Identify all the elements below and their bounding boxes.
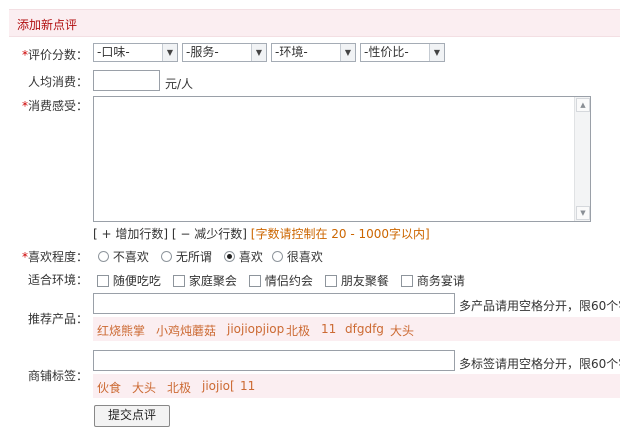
suggestion-tag[interactable]: 北极: [167, 379, 191, 396]
tags-input[interactable]: [93, 350, 455, 371]
environment-option-casual[interactable]: 随便吃吃: [97, 272, 161, 289]
suggestion-tag[interactable]: dfgdfg: [345, 322, 384, 336]
environment-label: 适合环境：: [27, 273, 88, 287]
spend-unit: 元/人: [165, 77, 194, 91]
tags-suggestions: 伙食 大头 北极 jiojio[ 11: [93, 374, 620, 398]
liking-label: *喜欢程度：: [21, 250, 88, 264]
checkbox[interactable]: [97, 275, 109, 287]
form-title: 添加新点评: [17, 18, 78, 32]
suggestion-tag[interactable]: 11: [240, 379, 255, 393]
radio-button[interactable]: [161, 251, 172, 262]
suggestion-tag[interactable]: 11: [321, 322, 336, 336]
add-rows-link[interactable]: [ + 增加行数]: [93, 227, 168, 241]
chevron-down-icon: ▼: [340, 44, 355, 61]
liking-option-love[interactable]: 很喜欢: [272, 248, 323, 265]
suggestion-tag[interactable]: jiojiopjiop: [227, 322, 284, 336]
row-controls: [ + 增加行数] [ − 减少行数] [字数请控制在 20 - 1000字以内…: [93, 225, 430, 242]
length-limit-note: [字数请控制在 20 - 1000字以内]: [250, 227, 430, 241]
submit-button[interactable]: 提交点评: [94, 405, 170, 427]
feeling-textarea[interactable]: ▲ ▼: [93, 96, 591, 222]
suggestion-tag[interactable]: 北极: [286, 322, 310, 339]
radio-button-selected[interactable]: [224, 251, 235, 262]
spend-input[interactable]: [93, 70, 160, 91]
environment-option-family[interactable]: 家庭聚会: [173, 272, 237, 289]
feeling-label: *消费感受：: [21, 99, 88, 113]
rating-label: *评价分数：: [21, 48, 88, 62]
suggestion-tag[interactable]: 小鸡炖蘑菇: [156, 322, 216, 339]
checkbox[interactable]: [173, 275, 185, 287]
spend-label: 人均消费：: [27, 75, 88, 89]
radio-button[interactable]: [98, 251, 109, 262]
products-hint: 多产品请用空格分开，限60个字: [459, 299, 620, 313]
environment-select[interactable]: -环境- ▼: [271, 43, 356, 62]
environment-option-date[interactable]: 情侣约会: [249, 272, 313, 289]
checkbox[interactable]: [325, 275, 337, 287]
form-header: 添加新点评: [9, 9, 620, 37]
liking-option-indifferent[interactable]: 无所谓: [161, 248, 212, 265]
liking-option-like[interactable]: 喜欢: [224, 248, 263, 265]
environment-option-business[interactable]: 商务宴请: [401, 272, 465, 289]
service-select[interactable]: -服务- ▼: [182, 43, 267, 62]
taste-select[interactable]: -口味- ▼: [93, 43, 178, 62]
radio-button[interactable]: [272, 251, 283, 262]
suggestion-tag[interactable]: 大头: [390, 322, 414, 339]
tags-hint: 多标签请用空格分开，限60个字: [459, 357, 620, 371]
checkbox[interactable]: [249, 275, 261, 287]
products-input[interactable]: [93, 293, 455, 314]
suggestion-tag[interactable]: 大头: [132, 379, 156, 396]
value-select[interactable]: -性价比- ▼: [360, 43, 445, 62]
liking-option-dislike[interactable]: 不喜欢: [98, 248, 149, 265]
chevron-down-icon: ▼: [251, 44, 266, 61]
reduce-rows-link[interactable]: [ − 减少行数]: [172, 227, 247, 241]
suggestion-tag[interactable]: 红烧熊掌: [97, 322, 145, 339]
suggestion-tag[interactable]: jiojio[: [202, 379, 235, 393]
chevron-down-icon: ▼: [162, 44, 177, 61]
checkbox[interactable]: [401, 275, 413, 287]
scroll-up-icon[interactable]: ▲: [576, 98, 590, 112]
products-suggestions: 红烧熊掌 小鸡炖蘑菇 jiojiopjiop 北极 11 dfgdfg 大头: [93, 317, 620, 341]
products-label: 推荐产品：: [27, 312, 88, 326]
environment-option-friends[interactable]: 朋友聚餐: [325, 272, 389, 289]
scroll-down-icon[interactable]: ▼: [576, 206, 590, 220]
tags-label: 商铺标签：: [27, 369, 88, 383]
chevron-down-icon: ▼: [429, 44, 444, 61]
scrollbar[interactable]: ▲ ▼: [574, 97, 590, 221]
suggestion-tag[interactable]: 伙食: [97, 379, 121, 396]
